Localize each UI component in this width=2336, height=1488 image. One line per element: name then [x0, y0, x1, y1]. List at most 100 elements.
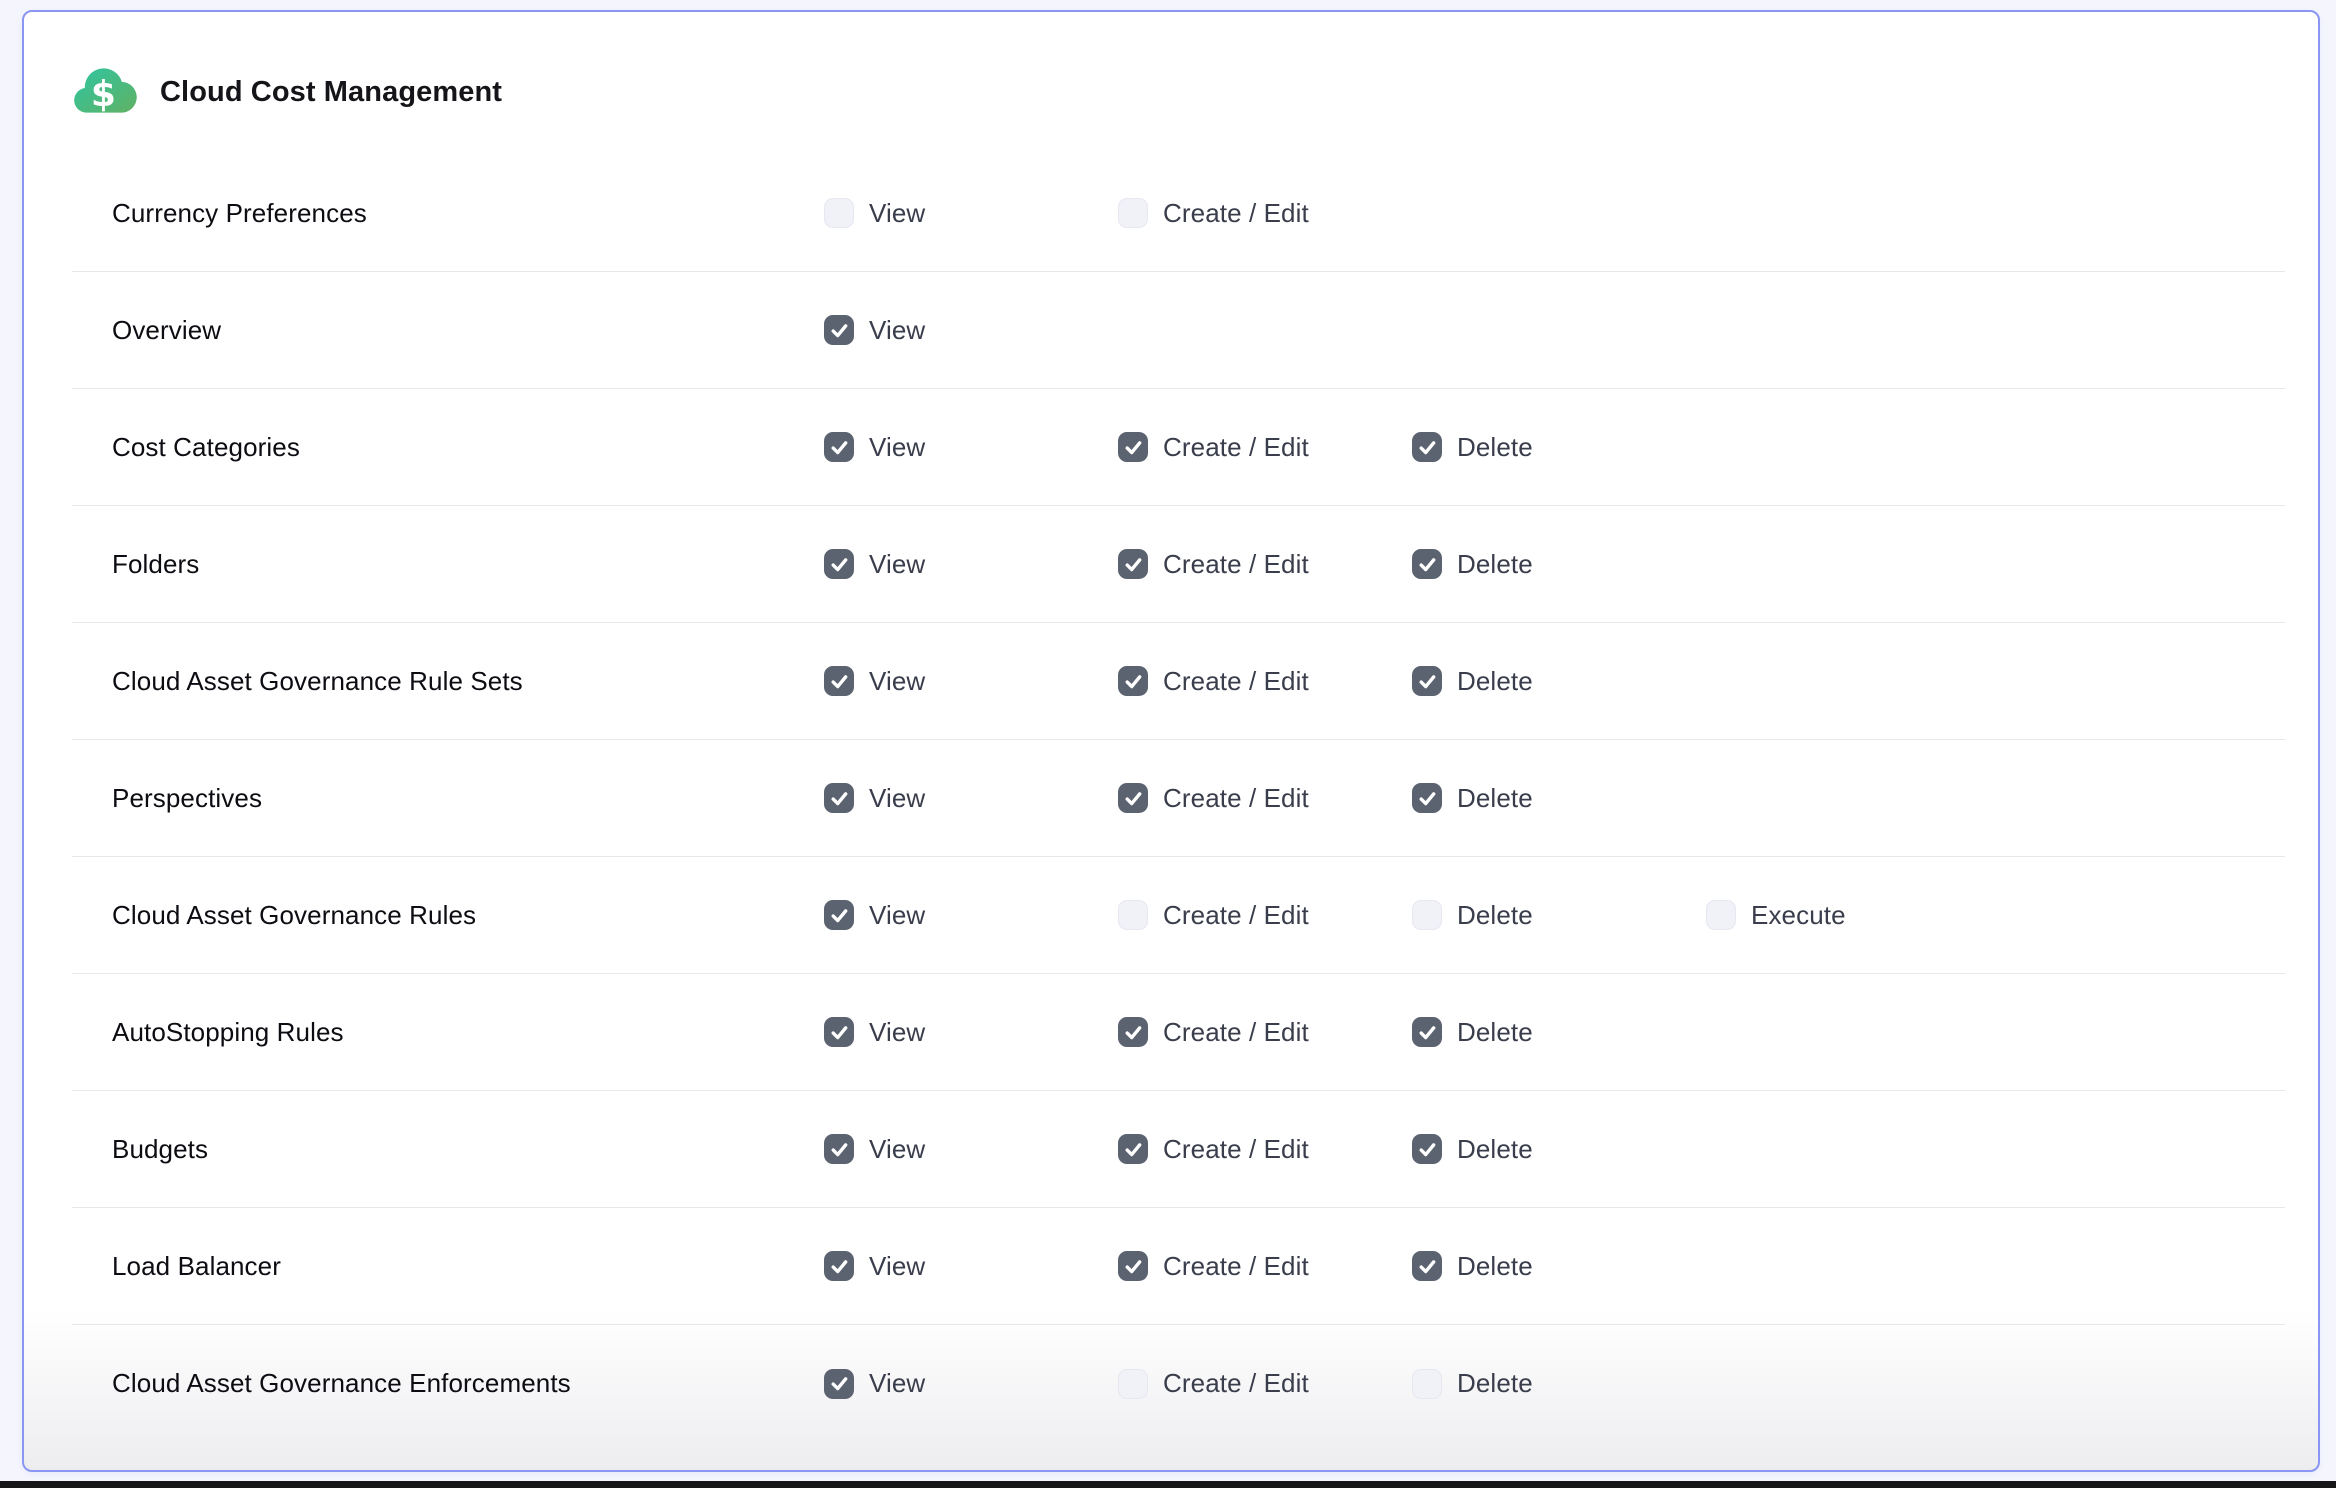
- permission-cell: View: [824, 783, 1118, 814]
- permission-row: Cloud Asset Governance Rule Sets View Cr…: [72, 623, 2285, 740]
- permission-checkbox[interactable]: [824, 315, 854, 345]
- permission-checkbox[interactable]: [1412, 1017, 1442, 1047]
- permission-row-label: Overview: [112, 315, 824, 346]
- cloud-dollar-icon: $: [72, 64, 136, 120]
- permission-cell: Delete: [1412, 1251, 1706, 1282]
- permission-checkbox-label[interactable]: View: [869, 315, 925, 346]
- permission-checkbox-label[interactable]: Delete: [1457, 432, 1533, 463]
- checkmark-icon: [829, 1022, 850, 1043]
- permission-checkbox-label[interactable]: Execute: [1751, 900, 1846, 931]
- permission-checkbox[interactable]: [1412, 432, 1442, 462]
- permission-checkbox-label[interactable]: Delete: [1457, 1251, 1533, 1282]
- permission-cell: Create / Edit: [1118, 1017, 1412, 1048]
- permission-checkbox[interactable]: [1118, 549, 1148, 579]
- checkmark-icon: [1417, 671, 1438, 692]
- permission-checkbox[interactable]: [1118, 666, 1148, 696]
- permission-checkbox-label[interactable]: Delete: [1457, 783, 1533, 814]
- checkmark-icon: [1417, 437, 1438, 458]
- permission-checkbox[interactable]: [1412, 549, 1442, 579]
- permission-checkbox-label[interactable]: Create / Edit: [1163, 1017, 1309, 1048]
- permission-checkbox-label[interactable]: View: [869, 1251, 925, 1282]
- permission-checkbox[interactable]: [1412, 1369, 1442, 1399]
- permission-checkbox[interactable]: [824, 1369, 854, 1399]
- permission-checkbox-label[interactable]: Delete: [1457, 1368, 1533, 1399]
- checkmark-icon: [1417, 1139, 1438, 1160]
- permission-checkbox[interactable]: [1412, 900, 1442, 930]
- permission-checkbox[interactable]: [1118, 1134, 1148, 1164]
- permission-checkbox[interactable]: [824, 549, 854, 579]
- permission-row: Cloud Asset Governance Rules View Create…: [72, 857, 2285, 974]
- permission-row: Cloud Asset Governance Enforcements View…: [72, 1325, 2285, 1442]
- permission-checkbox[interactable]: [1412, 666, 1442, 696]
- permission-checkbox-label[interactable]: Create / Edit: [1163, 783, 1309, 814]
- bottom-clipped-content-strip: [0, 1481, 2336, 1488]
- permission-row-label: Cloud Asset Governance Enforcements: [112, 1368, 824, 1399]
- permission-checkbox-label[interactable]: Create / Edit: [1163, 666, 1309, 697]
- permission-cell: Create / Edit: [1118, 1368, 1412, 1399]
- permission-checkbox[interactable]: [824, 783, 854, 813]
- permission-checkbox[interactable]: [824, 432, 854, 462]
- permission-checkbox-label[interactable]: View: [869, 432, 925, 463]
- permission-checkbox[interactable]: [1118, 900, 1148, 930]
- permission-checkbox-label[interactable]: Delete: [1457, 900, 1533, 931]
- permission-checkbox-label[interactable]: View: [869, 783, 925, 814]
- permission-cell: Delete: [1412, 432, 1706, 463]
- permission-checkbox-label[interactable]: Create / Edit: [1163, 1251, 1309, 1282]
- checkmark-icon: [829, 1139, 850, 1160]
- permission-cell: Create / Edit: [1118, 1134, 1412, 1165]
- permission-checkbox-label[interactable]: View: [869, 1017, 925, 1048]
- permission-cell: Delete: [1412, 666, 1706, 697]
- permission-cell: View: [824, 666, 1118, 697]
- checkmark-icon: [1123, 788, 1144, 809]
- permission-checkbox-label[interactable]: Create / Edit: [1163, 198, 1309, 229]
- permission-checkbox[interactable]: [1118, 432, 1148, 462]
- permission-cell: Create / Edit: [1118, 198, 1412, 229]
- permission-checkbox[interactable]: [1412, 1251, 1442, 1281]
- permission-checkbox[interactable]: [1118, 1251, 1148, 1281]
- permission-checkbox[interactable]: [824, 1134, 854, 1164]
- checkmark-icon: [1123, 437, 1144, 458]
- checkmark-icon: [829, 788, 850, 809]
- permission-checkbox-label[interactable]: View: [869, 549, 925, 580]
- permission-checkbox-label[interactable]: Delete: [1457, 1017, 1533, 1048]
- permission-checkbox[interactable]: [824, 666, 854, 696]
- permission-checkbox[interactable]: [1412, 783, 1442, 813]
- permission-checkbox[interactable]: [1118, 198, 1148, 228]
- permission-checkbox-label[interactable]: View: [869, 1368, 925, 1399]
- checkmark-icon: [829, 437, 850, 458]
- permission-checkbox[interactable]: [1412, 1134, 1442, 1164]
- permission-row-label: Cloud Asset Governance Rules: [112, 900, 824, 931]
- permission-checkbox-label[interactable]: View: [869, 666, 925, 697]
- permission-cell: View: [824, 315, 1118, 346]
- permission-checkbox[interactable]: [1118, 783, 1148, 813]
- permission-cell: Delete: [1412, 549, 1706, 580]
- permission-checkbox-label[interactable]: Create / Edit: [1163, 1134, 1309, 1165]
- permission-checkbox-label[interactable]: Delete: [1457, 666, 1533, 697]
- checkmark-icon: [1417, 1022, 1438, 1043]
- permission-cell: Delete: [1412, 1134, 1706, 1165]
- permission-checkbox[interactable]: [1118, 1017, 1148, 1047]
- permission-checkbox[interactable]: [824, 1251, 854, 1281]
- permission-checkbox[interactable]: [824, 1017, 854, 1047]
- permission-checkbox[interactable]: [1706, 900, 1736, 930]
- permission-row: AutoStopping Rules View Create / Edit De…: [72, 974, 2285, 1091]
- permission-row: Overview View: [72, 272, 2285, 389]
- permission-row-label: Cloud Asset Governance Rule Sets: [112, 666, 824, 697]
- permission-checkbox-label[interactable]: View: [869, 1134, 925, 1165]
- permission-checkbox-label[interactable]: Create / Edit: [1163, 432, 1309, 463]
- permission-checkbox[interactable]: [824, 900, 854, 930]
- permission-checkbox-label[interactable]: Create / Edit: [1163, 1368, 1309, 1399]
- permission-checkbox[interactable]: [824, 198, 854, 228]
- permission-checkbox[interactable]: [1118, 1369, 1148, 1399]
- permission-cell: Delete: [1412, 1017, 1706, 1048]
- checkmark-icon: [829, 1373, 850, 1394]
- permission-checkbox-label[interactable]: View: [869, 900, 925, 931]
- permission-checkbox-label[interactable]: Create / Edit: [1163, 900, 1309, 931]
- checkmark-icon: [1417, 554, 1438, 575]
- permission-checkbox-label[interactable]: View: [869, 198, 925, 229]
- permission-checkbox-label[interactable]: Delete: [1457, 549, 1533, 580]
- permission-checkbox-label[interactable]: Create / Edit: [1163, 549, 1309, 580]
- checkmark-icon: [1123, 554, 1144, 575]
- page-title: Cloud Cost Management: [160, 76, 502, 109]
- permission-checkbox-label[interactable]: Delete: [1457, 1134, 1533, 1165]
